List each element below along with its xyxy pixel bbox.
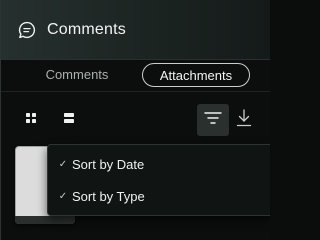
tab-comments[interactable]: Comments <box>23 63 131 87</box>
chat-bubble-icon <box>17 20 37 40</box>
check-icon: ✓ <box>58 190 68 202</box>
panel-title: Comments <box>47 20 126 38</box>
tab-bar: Comments Attachments <box>1 61 270 91</box>
sort-by-date-label: Sort by Date <box>72 156 145 172</box>
list-view-button[interactable] <box>59 110 79 130</box>
sort-filter-icon <box>204 111 222 130</box>
tab-attachments[interactable]: Attachments <box>142 63 250 87</box>
sort-by-type-option[interactable]: ✓ Sort by Type <box>48 181 270 211</box>
download-button[interactable] <box>234 108 254 132</box>
check-icon: ✓ <box>58 158 68 170</box>
panel-header: Comments <box>1 0 270 60</box>
list-icon <box>63 111 75 129</box>
tab-divider <box>1 91 270 92</box>
sort-by-date-option[interactable]: ✓ Sort by Date <box>48 149 270 179</box>
grid-view-button[interactable] <box>21 110 41 130</box>
comments-panel: Comments Comments Attachments ✓ Sort by … <box>0 0 270 240</box>
grid-icon <box>25 111 37 129</box>
sort-menu: ✓ Sort by Date ✓ Sort by Type <box>47 144 270 216</box>
sort-by-type-label: Sort by Type <box>72 188 145 204</box>
sort-filter-button[interactable] <box>197 104 229 136</box>
download-icon <box>236 108 252 132</box>
